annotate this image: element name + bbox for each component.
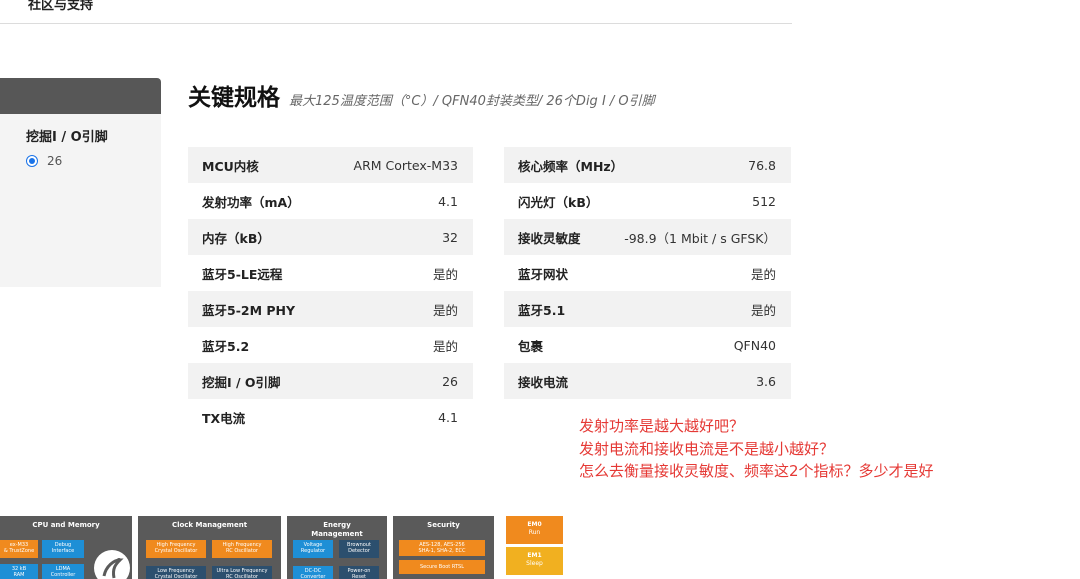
spec-label: 蓝牙5-LE远程 xyxy=(202,266,283,282)
energy-mode-name: EM0 xyxy=(527,521,542,528)
spec-table-right: 核心频率（MHz） 76.8 闪光灯（kB） 512 接收灵敏度 -98.9（1 Mb… xyxy=(504,147,791,399)
diagram-clock-management: Clock Management High Frequency Crystal … xyxy=(138,516,281,579)
diagram-chip: Low Frequency Crystal Oscillator xyxy=(146,566,206,579)
spec-value: 512 xyxy=(752,193,776,209)
spec-label: 核心频率（MHz） xyxy=(518,158,624,174)
spec-label: MCU内核 xyxy=(202,158,259,174)
community-support-link[interactable]: 社区与支持 xyxy=(28,0,93,13)
spec-row: 闪光灯（kB） 512 xyxy=(504,183,791,219)
diagram-security: Security AES-128, AES-256 SHA-1, SHA-2, … xyxy=(393,516,494,579)
energy-mode-desc: Sleep xyxy=(526,560,543,567)
spec-row: 接收灵敏度 -98.9（1 Mbit / s GFSK） xyxy=(504,219,791,255)
spec-value: 是的 xyxy=(432,302,458,318)
energy-mode-name: EM1 xyxy=(527,552,542,559)
annotation-note: 发射功率是越大越好吧？ 发射电流和接收电流是不是越小越好？ 怎么去衡量接收灵敏度… xyxy=(579,415,934,483)
spec-value: 26 xyxy=(442,373,458,389)
diagram-block-title: CPU and Memory xyxy=(32,521,100,529)
spec-label: 接收电流 xyxy=(518,374,569,390)
spec-value: 76.8 xyxy=(748,157,776,173)
spec-label: 包裹 xyxy=(518,338,544,354)
diagram-chip: Brownout Detector xyxy=(339,540,379,558)
diagram-chip: LDMA Controller xyxy=(42,564,84,579)
diagram-chip: Ultra Low Frequency RC Oscillator xyxy=(212,566,272,579)
spec-value: -98.9（1 Mbit / s GFSK） xyxy=(624,230,776,246)
spec-label: 内存（kB） xyxy=(202,230,270,246)
diagram-block-title: Clock Management xyxy=(171,521,248,529)
energy-mode-em0: EM0 Run xyxy=(506,516,563,544)
spec-value: 4.1 xyxy=(438,193,458,209)
energy-mode-em1: EM1 Sleep xyxy=(506,547,563,575)
page-subtitle: 最大125温度范围（°C）/ QFN40封装类型/ 26个Dig I / O引脚 xyxy=(289,94,655,109)
annotation-line: 发射功率是越大越好吧？ xyxy=(579,417,745,435)
spec-value: 3.6 xyxy=(756,373,776,389)
spec-value: 4.1 xyxy=(438,409,458,425)
gecko-logo-icon xyxy=(94,550,130,579)
top-nav: 社区与支持 xyxy=(0,0,792,24)
key-specs-heading: 关键规格 最大125温度范围（°C）/ QFN40封装类型/ 26个Dig I … xyxy=(188,78,655,112)
diagram-block-title: Security xyxy=(427,521,460,529)
spec-row: 核心频率（MHz） 76.8 xyxy=(504,147,791,183)
spec-row: 蓝牙5-2M PHY 是的 xyxy=(188,291,473,327)
spec-value: 是的 xyxy=(432,266,458,282)
spec-label: 蓝牙网状 xyxy=(518,266,569,282)
diagram-cpu-memory: CPU and Memory ex-M33 & TrustZone Debug … xyxy=(0,516,132,579)
spec-row: 蓝牙5.1 是的 xyxy=(504,291,791,327)
spec-row: MCU内核 ARM Cortex-M33 xyxy=(188,147,473,183)
spec-label: 蓝牙5.2 xyxy=(202,338,250,354)
radio-selected-icon[interactable] xyxy=(26,155,38,167)
filter-title: 挖掘I / O引脚 xyxy=(26,130,108,145)
diagram-chip: AES-128, AES-256 SHA-1, SHA-2, ECC xyxy=(399,540,485,556)
spec-row: TX电流 4.1 xyxy=(188,399,473,435)
spec-value: ARM Cortex-M33 xyxy=(353,157,458,173)
spec-value: QFN40 xyxy=(733,337,776,353)
spec-label: 挖掘I / O引脚 xyxy=(202,374,281,390)
energy-mode-desc: Run xyxy=(528,529,541,536)
diagram-energy-modes: EM0 Run EM1 Sleep xyxy=(506,516,563,579)
spec-row: 蓝牙网状 是的 xyxy=(504,255,791,291)
diagram-chip: DC-DC Converter xyxy=(293,566,333,579)
diagram-chip: Debug Interface xyxy=(42,540,84,558)
spec-label: 闪光灯（kB） xyxy=(518,194,599,210)
diagram-block-title: Energy Management xyxy=(311,521,363,538)
diagram-chip: 32 kB RAM xyxy=(0,564,38,579)
spec-value: 是的 xyxy=(750,302,776,318)
spec-table-left: MCU内核 ARM Cortex-M33 发射功率（mA） 4.1 内存（kB） 32… xyxy=(188,147,473,435)
spec-value: 32 xyxy=(442,229,458,245)
page-title: 关键规格 xyxy=(188,85,280,111)
spec-row: 接收电流 3.6 xyxy=(504,363,791,399)
spec-label: 发射功率（mA） xyxy=(202,194,300,210)
spec-row: 挖掘I / O引脚 26 xyxy=(188,363,473,399)
filter-option-26[interactable]: 26 xyxy=(26,154,161,168)
annotation-line: 发射电流和接收电流是不是越小越好？ xyxy=(579,439,835,458)
filter-sidebar: 挖掘I / O引脚 26 xyxy=(0,78,161,287)
sidebar-body: 挖掘I / O引脚 26 xyxy=(0,114,161,168)
spec-label: 接收灵敏度 xyxy=(518,230,581,246)
spec-value: 是的 xyxy=(750,266,776,282)
spec-value: 是的 xyxy=(432,338,458,354)
diagram-chip: Secure Boot RTSL xyxy=(399,560,485,574)
diagram-chip: Power-on Reset xyxy=(339,566,379,579)
spec-label: 蓝牙5.1 xyxy=(518,302,566,318)
spec-label: TX电流 xyxy=(202,410,246,426)
spec-row: 包裹 QFN40 xyxy=(504,327,791,363)
diagram-chip: Voltage Regulator xyxy=(293,540,333,558)
diagram-energy-management: Energy Management Voltage Regulator Brow… xyxy=(287,516,387,579)
diagram-chip: High Frequency RC Oscillator xyxy=(212,540,272,558)
spec-label: 蓝牙5-2M PHY xyxy=(202,302,296,318)
spec-row: 内存（kB） 32 xyxy=(188,219,473,255)
spec-row: 蓝牙5.2 是的 xyxy=(188,327,473,363)
spec-row: 发射功率（mA） 4.1 xyxy=(188,183,473,219)
sidebar-header xyxy=(0,78,161,114)
diagram-chip: ex-M33 & TrustZone xyxy=(0,540,38,558)
diagram-chip: High Frequency Crystal Oscillator xyxy=(146,540,206,558)
filter-option-label: 26 xyxy=(47,154,63,168)
annotation-line: 怎么去衡量接收灵敏度、频率这2个指标？多少才是好 xyxy=(579,462,934,480)
spec-row: 蓝牙5-LE远程 是的 xyxy=(188,255,473,291)
